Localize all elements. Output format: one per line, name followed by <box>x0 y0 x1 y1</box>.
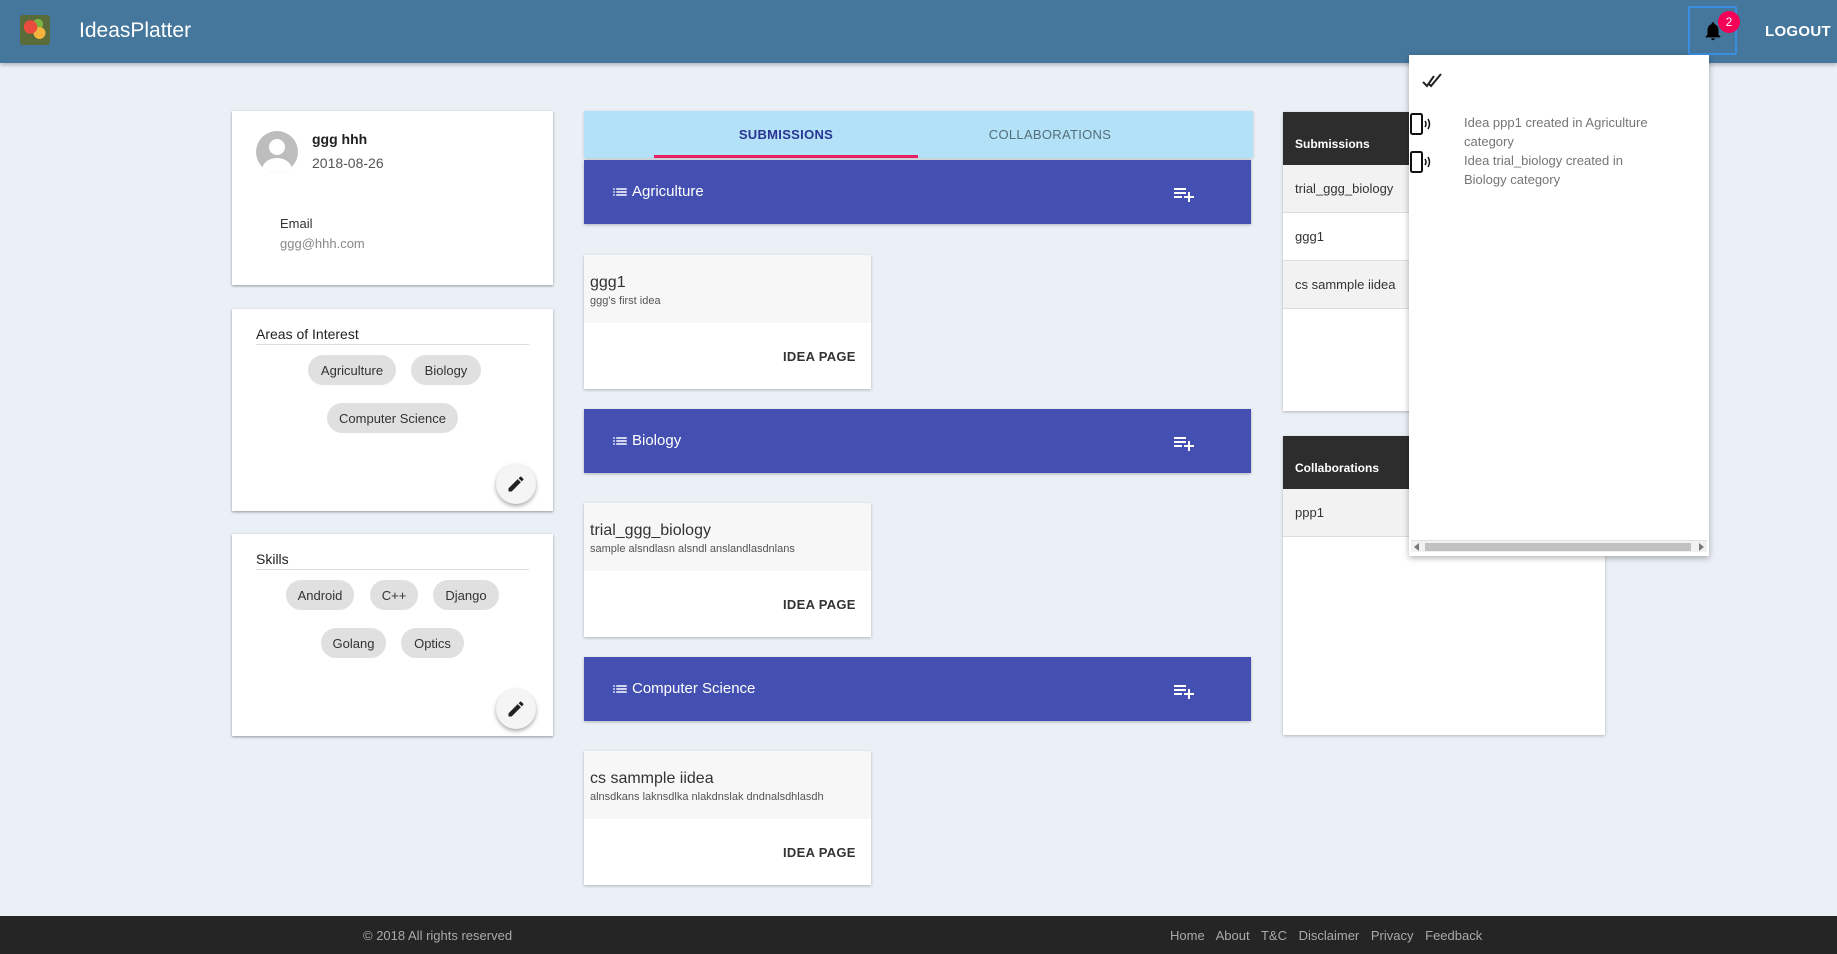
footer-link-home[interactable]: Home <box>1170 928 1205 943</box>
avatar <box>256 131 298 173</box>
scroll-right-arrow-icon[interactable] <box>1699 543 1704 551</box>
notification-text: Idea trial_biology created in Biology ca… <box>1464 153 1623 187</box>
pencil-icon <box>508 701 524 717</box>
idea-description: ggg's first idea <box>590 295 661 307</box>
email-value: ggg@hhh.com <box>280 236 365 251</box>
profile-date: 2018-08-26 <box>312 155 384 171</box>
idea-title: ggg1 <box>590 274 626 291</box>
notification-item[interactable]: Idea ppp1 created in Agriculture categor… <box>1409 113 1709 151</box>
category-header-computer-science[interactable]: Computer Science <box>584 657 1251 721</box>
tab-submissions[interactable]: SUBMISSIONS <box>654 111 918 158</box>
app-logo[interactable] <box>20 15 50 45</box>
idea-card-header: trial_ggg_biology sample alsndlasn alsnd… <box>584 503 871 571</box>
tab-collaborations[interactable]: COLLABORATIONS <box>918 111 1182 158</box>
footer-links: Home About T&C Disclaimer Privacy Feedba… <box>1170 928 1490 943</box>
idea-card: trial_ggg_biology sample alsndlasn alsnd… <box>584 503 871 637</box>
idea-card-header: ggg1 ggg's first idea <box>584 255 871 323</box>
tab-bar: SUBMISSIONS COLLABORATIONS <box>584 111 1253 158</box>
idea-page-button[interactable]: IDEA PAGE <box>783 845 856 860</box>
mark-all-read-icon[interactable] <box>1421 70 1447 92</box>
skills-card: Skills Android C++ Django Golang Optics <box>232 534 553 736</box>
category-name: Computer Science <box>632 680 756 697</box>
idea-page-button[interactable]: IDEA PAGE <box>783 349 856 364</box>
category-name: Biology <box>632 432 682 449</box>
scrollbar-thumb[interactable] <box>1425 543 1691 551</box>
pencil-icon <box>508 476 524 492</box>
notifications-dropdown: Idea ppp1 created in Agriculture categor… <box>1409 55 1709 556</box>
footer: © 2018 All rights reserved Home About T&… <box>0 916 1837 954</box>
idea-page-button[interactable]: IDEA PAGE <box>783 597 856 612</box>
list-icon <box>613 437 627 445</box>
profile-name: ggg hhh <box>312 131 368 147</box>
list-icon <box>613 685 627 693</box>
scroll-left-arrow-icon[interactable] <box>1414 543 1419 551</box>
interest-chip[interactable]: Biology <box>411 355 481 385</box>
areas-of-interest-title: Areas of Interest <box>256 326 529 345</box>
skill-chip[interactable]: C++ <box>370 580 418 610</box>
idea-card-header: cs sammple iidea alnsdkans laknsdlka nla… <box>584 751 871 819</box>
email-label: Email <box>280 216 313 231</box>
areas-of-interest-card: Areas of Interest Agriculture Biology Co… <box>232 309 553 511</box>
playlist-add-icon[interactable] <box>1172 679 1196 703</box>
footer-link-feedback[interactable]: Feedback <box>1425 928 1482 943</box>
interest-chip[interactable]: Agriculture <box>308 355 396 385</box>
edit-interests-button[interactable] <box>496 464 536 504</box>
skills-title: Skills <box>256 551 529 570</box>
phone-vibrate-icon <box>1410 151 1431 173</box>
idea-description: alnsdkans laknsdlka nlakdnslak dndnalsdh… <box>590 791 824 803</box>
notification-text: Idea ppp1 created in Agriculture categor… <box>1464 115 1648 149</box>
footer-link-disclaimer[interactable]: Disclaimer <box>1299 928 1360 943</box>
skill-chip[interactable]: Django <box>433 580 499 610</box>
brand-title[interactable]: IdeasPlatter <box>79 19 191 43</box>
phone-vibrate-icon <box>1410 113 1431 135</box>
footer-link-privacy[interactable]: Privacy <box>1371 928 1414 943</box>
notification-item[interactable]: Idea trial_biology created in Biology ca… <box>1409 151 1709 189</box>
idea-card: ggg1 ggg's first idea IDEA PAGE <box>584 255 871 389</box>
skill-chip[interactable]: Optics <box>401 628 464 658</box>
top-app-bar: IdeasPlatter 2 LOGOUT <box>0 0 1837 63</box>
profile-card: ggg hhh 2018-08-26 Email ggg@hhh.com <box>232 111 553 285</box>
skill-chip[interactable]: Golang <box>321 628 386 658</box>
list-icon <box>613 188 627 196</box>
skill-chip[interactable]: Android <box>286 580 354 610</box>
category-header-agriculture[interactable]: Agriculture <box>584 160 1251 224</box>
copyright-text: © 2018 All rights reserved <box>363 928 513 943</box>
playlist-add-icon[interactable] <box>1172 431 1196 455</box>
edit-skills-button[interactable] <box>496 689 536 729</box>
idea-card: cs sammple iidea alnsdkans laknsdlka nla… <box>584 751 871 885</box>
footer-link-tnc[interactable]: T&C <box>1261 928 1287 943</box>
notification-badge: 2 <box>1718 11 1740 33</box>
footer-link-about[interactable]: About <box>1216 928 1250 943</box>
interest-chip[interactable]: Computer Science <box>327 403 458 433</box>
notifications-button[interactable]: 2 <box>1688 6 1740 55</box>
idea-description: sample alsndlasn alsndl anslandlasdnlans <box>590 543 795 555</box>
idea-title: cs sammple iidea <box>590 770 714 787</box>
category-header-biology[interactable]: Biology <box>584 409 1251 473</box>
logout-button[interactable]: LOGOUT <box>1765 23 1831 40</box>
active-tab-indicator <box>654 155 918 158</box>
idea-title: trial_ggg_biology <box>590 522 711 539</box>
horizontal-scrollbar[interactable] <box>1411 540 1707 552</box>
category-name: Agriculture <box>632 183 704 200</box>
playlist-add-icon[interactable] <box>1172 182 1196 206</box>
